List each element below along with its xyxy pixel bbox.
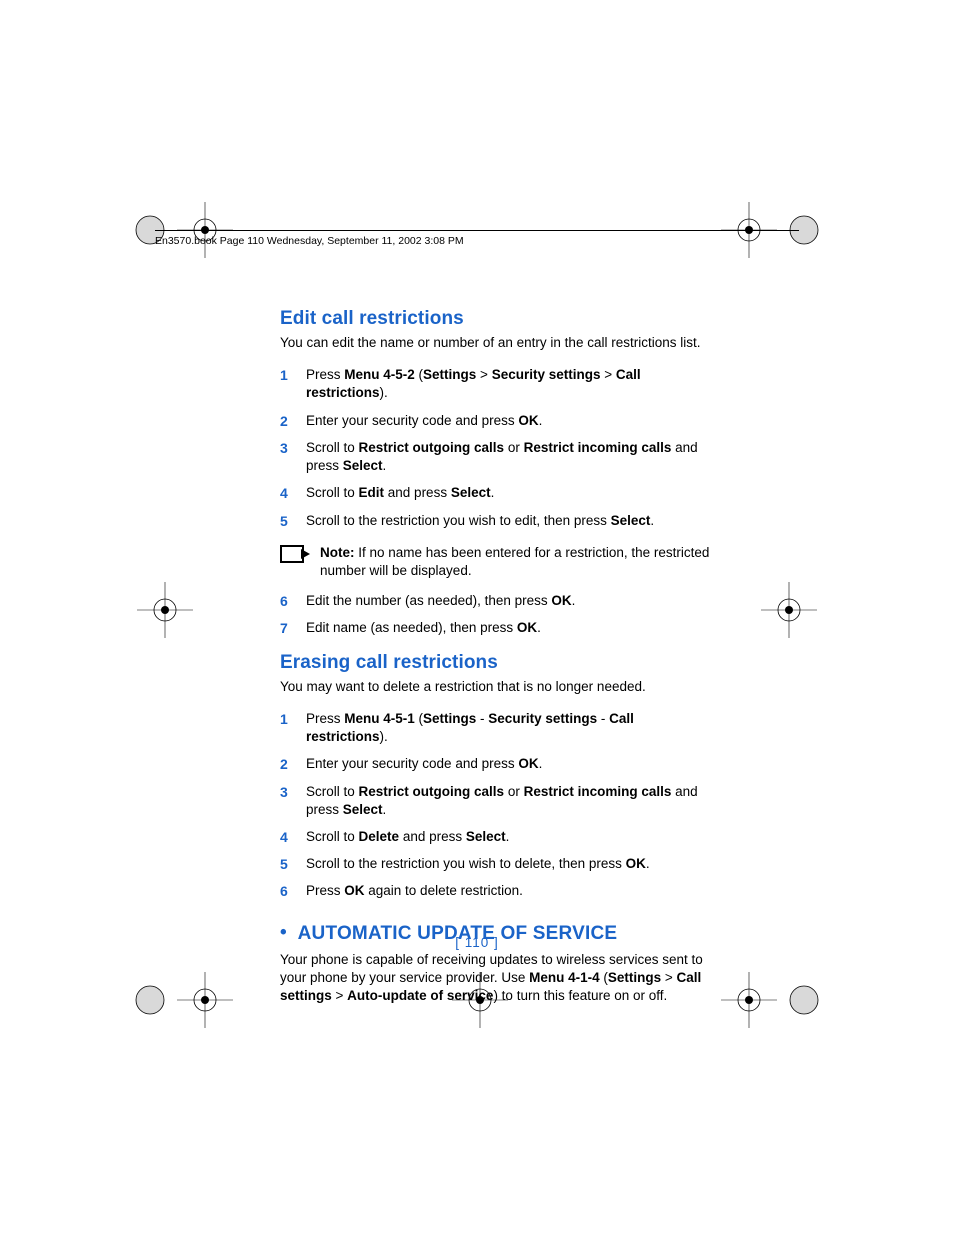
step-e5: Scroll to the restriction you wish to de…	[280, 855, 710, 873]
intro-erase: You may want to delete a restriction tha…	[280, 678, 710, 696]
step-e4: Scroll to Delete and press Select.	[280, 828, 710, 846]
page-content: Edit call restrictions You can edit the …	[280, 308, 710, 1019]
steps-edit-2: Edit the number (as needed), then press …	[280, 592, 710, 637]
running-header: En3570.book Page 110 Wednesday, Septembe…	[155, 230, 799, 255]
note-row: Note: If no name has been entered for a …	[280, 544, 710, 580]
step-3: Scroll to Restrict outgoing calls or Res…	[280, 439, 710, 475]
crop-mark-icon	[130, 575, 200, 645]
page-number: [ 110 ]	[0, 935, 954, 950]
crop-mark-icon	[130, 965, 250, 1035]
note-text: Note: If no name has been entered for a …	[320, 544, 710, 580]
note-arrow-icon	[280, 545, 304, 563]
step-e2: Enter your security code and press OK.	[280, 755, 710, 773]
intro-edit: You can edit the name or number of an en…	[280, 334, 710, 352]
crop-mark-icon	[130, 195, 250, 265]
heading-edit-call-restrictions: Edit call restrictions	[280, 308, 710, 330]
step-6: Edit the number (as needed), then press …	[280, 592, 710, 610]
step-e3: Scroll to Restrict outgoing calls or Res…	[280, 783, 710, 819]
step-1: Press Menu 4-5-2 (Settings > Security se…	[280, 366, 710, 402]
heading-erasing-call-restrictions: Erasing call restrictions	[280, 652, 710, 674]
step-7: Edit name (as needed), then press OK.	[280, 619, 710, 637]
crop-mark-icon	[704, 195, 824, 265]
step-4: Scroll to Edit and press Select.	[280, 484, 710, 502]
crop-mark-icon	[704, 965, 824, 1035]
step-e1: Press Menu 4-5-1 (Settings - Security se…	[280, 710, 710, 746]
step-5: Scroll to the restriction you wish to ed…	[280, 512, 710, 530]
crop-mark-icon	[754, 575, 824, 645]
steps-erase: Press Menu 4-5-1 (Settings - Security se…	[280, 710, 710, 901]
crop-mark-icon	[420, 965, 540, 1035]
step-e6: Press OK again to delete restriction.	[280, 882, 710, 900]
note-icon-wrap	[280, 544, 320, 563]
steps-edit-1: Press Menu 4-5-2 (Settings > Security se…	[280, 366, 710, 530]
step-2: Enter your security code and press OK.	[280, 412, 710, 430]
